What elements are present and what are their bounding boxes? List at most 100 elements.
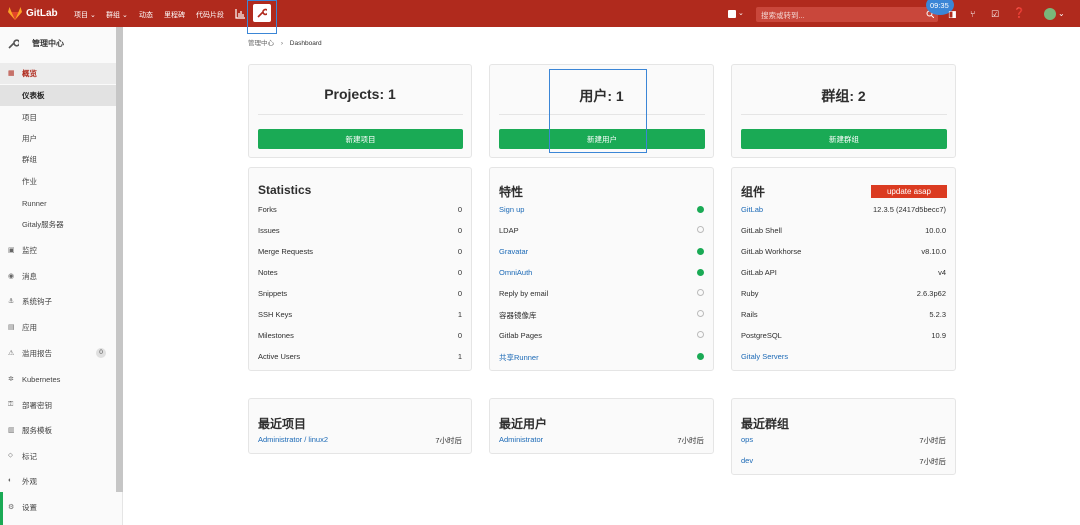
sidebar-item[interactable]: ▦ 概览 [0,63,116,84]
group-link[interactable]: dev [741,456,753,465]
highlight-users-box [549,69,647,153]
update-badge[interactable]: update asap [871,185,947,198]
component-version: 12.3.5 (2417d5becc7) [873,205,946,214]
latest-users-title: 最近用户 [499,417,548,431]
sidebar-item[interactable]: Gitaly服务器 [0,214,116,235]
components-title: 组件 [741,185,766,199]
feature-row: 容器镜像库 [499,310,704,320]
status-on-icon [697,269,704,276]
top-navbar: GitLab 项目 ⌄ 群组 ⌄ 动态 里程碑 代码片段 ⌄ 搜索或转到... … [0,0,1080,27]
feature-label[interactable]: 共享Runner [499,352,539,363]
breadcrumb-separator: › [280,40,283,47]
sidebar-item[interactable]: 群组 [0,149,116,170]
group-link[interactable]: ops [741,435,753,444]
sidebar-header[interactable]: 管理中心 [8,38,64,49]
avatar-caret[interactable]: ⌄ [1058,9,1065,18]
sidebar-item-label: 仪表板 [22,91,45,100]
project-link[interactable]: Administrator / linux2 [258,435,328,444]
chart-icon[interactable] [235,9,245,19]
breadcrumb-current: Dashboard [289,40,322,47]
nav-snippets[interactable]: 代码片段 [196,10,224,20]
sidebar-item[interactable]: ▥ 服务模板 [0,420,116,441]
latest-projects-title: 最近项目 [258,417,307,431]
stat-row: Snippets 0 [258,289,462,299]
new-group-button[interactable]: 新建群组 [741,129,947,149]
gitlab-logo[interactable]: GitLab [8,7,58,20]
latest-user-row: Administrator 7小时后 [499,435,704,445]
feature-label[interactable]: Gravatar [499,247,528,256]
help-icon[interactable]: ❓ [1013,8,1025,19]
nav-activity[interactable]: 动态 [139,10,153,20]
sidebar-item[interactable]: ⚙ 设置 [0,497,116,518]
component-version: 10.0.0 [925,226,946,235]
sidebar-item[interactable]: ⚠ 滥用报告 0 [0,343,116,364]
nav-groups[interactable]: 群组 ⌄ [106,10,128,20]
todos-icon[interactable]: ☑ [991,9,999,20]
divider [741,114,947,115]
nav-projects[interactable]: 项目 ⌄ [74,10,96,20]
sidebar-item-label: 消息 [22,272,37,281]
sidebar-item-label: 滥用报告 [22,349,52,358]
user-link[interactable]: Administrator [499,435,543,444]
search-input[interactable]: 搜索或转到... [761,10,805,21]
monitor-icon: ▣ [8,247,15,254]
breadcrumb-root[interactable]: 管理中心 [248,40,274,47]
new-item-icon[interactable] [728,10,736,18]
component-version: 10.9 [931,331,946,340]
component-label: GitLab API [741,268,777,277]
component-label: GitLab Shell [741,226,782,235]
stat-value: 1 [457,352,462,361]
component-label: Ruby [741,289,759,298]
feature-label: Reply by email [499,289,549,298]
latest-projects-card: 最近项目 Administrator / linux2 7小时后 [248,398,472,454]
merge-requests-icon[interactable]: ⑂ [970,9,975,19]
sidebar-item-label: 概览 [22,69,37,78]
sidebar-item[interactable]: ◐ 外观 [0,471,116,492]
sidebar-item[interactable]: 作业 [0,171,116,192]
groups-count: 群组: 2 [821,88,866,104]
component-label[interactable]: GitLab [741,205,763,214]
sidebar-item[interactable]: ⬦ 标记 [0,446,116,467]
sidebar-scrollbar[interactable] [116,27,123,492]
new-item-caret[interactable]: ⌄ [738,9,744,17]
hook-icon: ⚓ [8,298,15,305]
sidebar-item-label: 项目 [22,113,37,122]
feature-label[interactable]: Sign up [499,205,524,214]
sidebar-item[interactable]: Runner [0,193,116,214]
sidebar-item[interactable]: 仪表板 [0,85,116,106]
project-time: 7小时后 [435,436,462,445]
issues-icon[interactable]: ◨ [948,9,957,20]
component-version: v8.10.0 [921,247,946,256]
sidebar-item[interactable]: ▤ 应用 [0,317,116,338]
feature-label: 容器镜像库 [499,311,537,320]
avatar[interactable] [1044,8,1056,20]
status-on-icon [697,353,704,360]
power-off-icon [697,226,704,233]
stat-label: Milestones [258,331,294,340]
feature-label[interactable]: OmniAuth [499,268,532,277]
stat-value: 0 [457,331,462,340]
new-project-button[interactable]: 新建项目 [258,129,463,149]
component-row: Ruby 2.6.3p62 [741,289,946,299]
sidebar-item-label: 服务模板 [22,426,52,435]
latest-group-row: dev 7小时后 [741,456,946,466]
features-title: 特性 [499,185,524,199]
stat-label: Merge Requests [258,247,314,256]
component-label[interactable]: Gitaly Servers [741,352,788,361]
feature-row: Gravatar [499,247,704,257]
sidebar-item[interactable]: ✲ Kubernetes [0,369,116,390]
sidebar-item[interactable]: ◉ 消息 [0,266,116,287]
sidebar-item-label: 群组 [22,155,37,164]
nav-milestones[interactable]: 里程碑 [164,10,185,20]
sidebar-item[interactable]: ▣ 监控 [0,240,116,261]
sidebar-item[interactable]: ⚓ 系统钩子 [0,291,116,312]
stat-row: Notes 0 [258,268,462,278]
components-card: 组件 update asap GitLab 12.3.5 (2417d5becc7… [731,167,956,371]
broadcast-icon: ◉ [8,273,15,280]
component-row: PostgreSQL 10.9 [741,331,946,341]
sidebar-item[interactable]: 项目 [0,107,116,128]
sidebar-item[interactable]: ⚿ 部署密钥 [0,395,116,416]
stat-value: 0 [457,205,462,214]
sidebar-item[interactable]: 用户 [0,128,116,149]
search-box[interactable]: 搜索或转到... [756,7,938,22]
